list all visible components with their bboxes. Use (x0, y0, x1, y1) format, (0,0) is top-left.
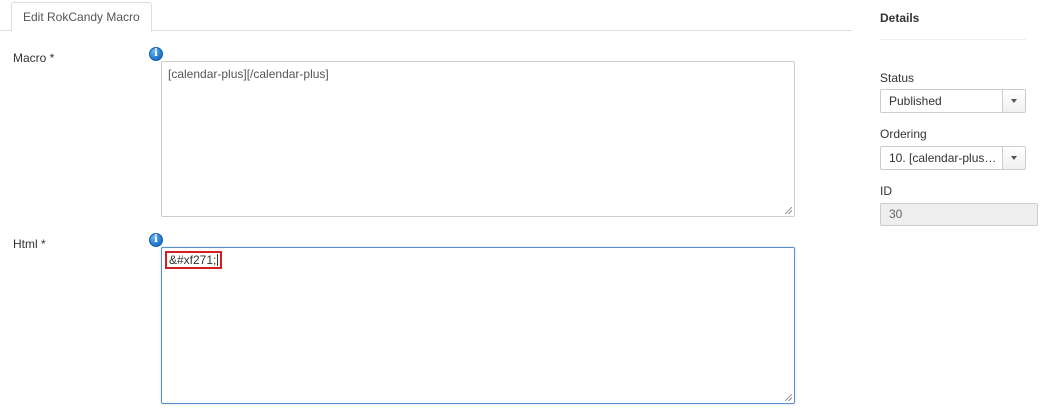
text-caret (217, 254, 219, 266)
ordering-label: Ordering (880, 127, 927, 141)
details-divider (880, 39, 1026, 40)
html-textarea-value: &#xf271; (169, 253, 217, 267)
status-select[interactable]: Published (880, 89, 1026, 113)
id-label: ID (880, 184, 892, 198)
ordering-selected-value: 10. [calendar-plus][/calendar-plus] (889, 151, 999, 165)
html-highlighted-value: &#xf271; (165, 251, 223, 269)
html-textarea[interactable]: &#xf271; (161, 247, 795, 404)
macro-info-icon[interactable]: i (149, 47, 163, 61)
macro-textarea[interactable]: [calendar-plus][/calendar-plus] (161, 61, 795, 217)
id-field: 30 (880, 203, 1038, 226)
html-resize-handle[interactable] (785, 394, 792, 401)
html-info-icon[interactable]: i (149, 233, 163, 247)
tab-bar: Edit RokCandy Macro (0, 0, 852, 32)
status-selected-value: Published (889, 94, 942, 108)
status-dropdown-button[interactable] (1002, 90, 1025, 112)
html-label: Html * (13, 237, 46, 251)
macro-label: Macro * (13, 51, 55, 65)
chevron-down-icon (1011, 99, 1017, 103)
ordering-select[interactable]: 10. [calendar-plus][/calendar-plus] (880, 146, 1026, 170)
status-label: Status (880, 71, 915, 85)
macro-textarea-value: [calendar-plus][/calendar-plus] (168, 67, 329, 81)
tab-edit-rokcandy-macro[interactable]: Edit RokCandy Macro (11, 2, 152, 32)
chevron-down-icon (1011, 156, 1017, 160)
macro-resize-handle[interactable] (785, 207, 792, 214)
edit-macro-page: Edit RokCandy Macro Macro * i [calendar-… (0, 0, 1040, 412)
details-heading: Details (880, 11, 920, 25)
ordering-dropdown-button[interactable] (1002, 147, 1025, 169)
